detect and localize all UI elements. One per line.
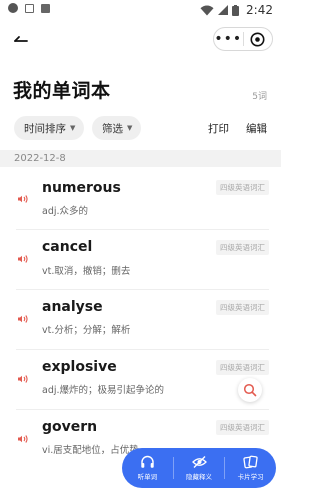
word-text: cancel — [42, 239, 93, 255]
flashcard-button[interactable]: 卡片学习 — [225, 455, 276, 481]
listen-words-button[interactable]: 听单词 — [122, 455, 173, 481]
gallery-icon — [25, 3, 34, 13]
print-button[interactable]: 打印 — [208, 121, 229, 136]
notification-square-icon — [41, 3, 50, 13]
word-level-tag: 四级英语词汇 — [216, 360, 269, 375]
status-bar: 2:42 — [0, 0, 281, 22]
word-row[interactable]: explosive adj.爆炸的；极易引起争论的 四级英语词汇 — [0, 350, 281, 410]
eye-hidden-icon — [191, 456, 207, 468]
sort-dropdown[interactable]: 时间排序 ▼ — [14, 116, 85, 140]
speaker-icon[interactable] — [16, 252, 30, 266]
word-meaning: vt.分析；分解；解析 — [42, 325, 131, 336]
word-row[interactable]: cancel vt.取消，撤销；删去 四级英语词汇 — [0, 230, 281, 290]
miniprogram-capsule: ••• — [213, 27, 273, 51]
word-level-tag: 四级英语词汇 — [216, 180, 269, 195]
speaker-icon[interactable] — [16, 432, 30, 446]
battery-icon — [232, 4, 240, 16]
word-row[interactable]: numerous adj.众多的 四级英语词汇 — [0, 170, 281, 230]
cards-icon — [243, 455, 258, 469]
close-button[interactable] — [244, 32, 273, 47]
notification-dot-icon — [8, 3, 18, 13]
more-dots-icon: ••• — [214, 31, 243, 47]
hide-meaning-label: 隐藏释义 — [186, 473, 212, 481]
status-time: 2:42 — [246, 3, 273, 17]
word-level-tag: 四级英语词汇 — [216, 240, 269, 255]
filter-dropdown[interactable]: 筛选 ▼ — [92, 116, 142, 140]
chevron-down-icon: ▼ — [70, 124, 76, 132]
speaker-icon[interactable] — [16, 312, 30, 326]
page-title: 我的单词本 — [13, 80, 111, 102]
edit-button[interactable]: 编辑 — [246, 121, 267, 136]
word-meaning: vt.取消，撤销；删去 — [42, 266, 131, 277]
listen-words-label: 听单词 — [137, 473, 158, 481]
word-level-tag: 四级英语词汇 — [216, 420, 269, 435]
headphones-icon — [141, 455, 154, 468]
speaker-icon[interactable] — [16, 192, 30, 206]
word-meaning: adj.众多的 — [42, 206, 89, 217]
signal-icon — [218, 5, 229, 15]
word-meaning: vi.居支配地位，占优势 — [42, 445, 139, 456]
back-arrow-icon — [14, 36, 28, 42]
search-icon — [243, 383, 257, 397]
more-button[interactable]: ••• — [214, 29, 243, 49]
close-circle-icon — [250, 32, 265, 46]
date-group-header: 2022-12-8 — [0, 150, 281, 167]
filter-label: 筛选 — [102, 122, 123, 135]
speaker-icon[interactable] — [16, 372, 30, 386]
word-row[interactable]: analyse vt.分析；分解；解析 四级英语词汇 — [0, 290, 281, 350]
word-level-tag: 四级英语词汇 — [216, 300, 269, 315]
chevron-down-icon: ▼ — [127, 124, 133, 132]
flashcard-label: 卡片学习 — [237, 473, 264, 481]
word-text: govern — [42, 419, 98, 435]
back-button[interactable] — [12, 31, 32, 47]
word-meaning: adj.爆炸的；极易引起争论的 — [42, 385, 165, 396]
status-icons-right: 2:42 — [200, 3, 273, 17]
search-button[interactable] — [238, 378, 262, 402]
word-text: analyse — [42, 299, 103, 315]
wifi-icon — [200, 5, 214, 15]
hide-meaning-button[interactable]: 隐藏释义 — [174, 455, 225, 481]
word-count: 5词 — [252, 92, 267, 102]
word-text: explosive — [42, 359, 117, 375]
bottom-toolbar: 听单词 隐藏释义 卡片学习 — [122, 448, 276, 488]
word-text: numerous — [42, 180, 121, 196]
sort-label: 时间排序 — [24, 122, 66, 135]
status-icons-left — [8, 3, 50, 13]
